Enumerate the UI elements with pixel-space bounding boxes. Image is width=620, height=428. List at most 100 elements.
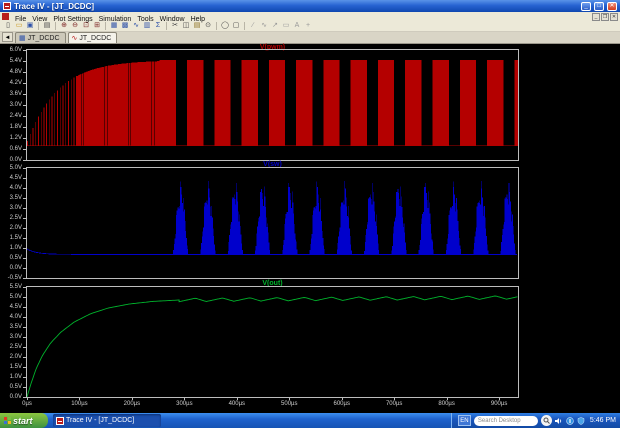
search-icon[interactable]: [540, 415, 552, 426]
y-axis-tick-label: 3.0V: [9, 102, 22, 108]
y-axis-tick-mark: [23, 347, 26, 348]
mdi-restore-button[interactable]: ❐: [601, 12, 609, 21]
cut-icon[interactable]: ✂: [170, 21, 180, 31]
y-axis-tick-mark: [23, 317, 26, 318]
cursor-toggle-icon[interactable]: +: [303, 21, 313, 31]
network-icon[interactable]: [566, 416, 574, 425]
y-axis-tick-label: 2.5V: [9, 344, 22, 350]
tab-scroll-left-button[interactable]: ◄: [2, 32, 13, 42]
y-axis-tick-mark: [23, 198, 26, 199]
find-icon[interactable]: ⊙: [203, 21, 213, 31]
y-axis-tick-label: 1.5V: [9, 235, 22, 241]
y-axis-tick-label: 3.6V: [9, 91, 22, 97]
trace-name-vsw[interactable]: V(sw): [27, 161, 518, 168]
y-axis-tick-label: 1.0V: [9, 245, 22, 251]
save-file-icon[interactable]: ▣: [25, 21, 35, 31]
x-axis-tick-mark: [236, 397, 238, 400]
draw-line-icon[interactable]: ∕: [248, 21, 258, 31]
zoom-area-icon[interactable]: ⊡: [81, 21, 91, 31]
mark-ellipse-icon[interactable]: ◯: [220, 21, 230, 31]
draw-arrow-icon[interactable]: ↗: [270, 21, 280, 31]
y-axis-tick-label: 0.0V: [9, 157, 22, 163]
y-axis-tick-mark: [23, 387, 26, 388]
fourier-icon[interactable]: ∿: [131, 21, 141, 31]
y-axis-tick-mark: [23, 367, 26, 368]
toolbar-separator: [38, 22, 39, 30]
trace-name-vout[interactable]: V(out): [27, 280, 518, 287]
schematic-icon: ▦: [19, 35, 26, 42]
y-axis-tick-mark: [23, 278, 26, 279]
close-button[interactable]: ✕: [607, 1, 617, 11]
y-axis-tick-label: 3.0V: [9, 334, 22, 340]
app-icon: [3, 2, 11, 10]
print-preview-icon[interactable]: ▢: [231, 21, 241, 31]
draw-box-icon[interactable]: ▭: [281, 21, 291, 31]
zoom-in-icon[interactable]: ⊕: [59, 21, 69, 31]
security-icon[interactable]: [577, 416, 585, 425]
copy-icon[interactable]: ◫: [181, 21, 191, 31]
add-plot-icon[interactable]: ▥: [142, 21, 152, 31]
y-axis-tick-label: 3.5V: [9, 324, 22, 330]
y-axis-tick-mark: [23, 337, 26, 338]
minimize-button[interactable]: _: [581, 1, 591, 11]
new-file-icon[interactable]: ▯: [3, 21, 13, 31]
y-axis-tick-label: 0.6V: [9, 146, 22, 152]
y-axis-tick-mark: [23, 377, 26, 378]
zoom-out-icon[interactable]: ⊖: [70, 21, 80, 31]
y-axis-tick-mark: [23, 149, 26, 150]
maximize-button[interactable]: □: [594, 1, 604, 11]
document-icon: [2, 13, 9, 20]
tab-label: JT_DCDC: [79, 34, 112, 42]
x-axis-tick-mark: [341, 397, 343, 400]
y-axis-tick-label: 0.5V: [9, 255, 22, 261]
start-button[interactable]: start: [0, 413, 48, 428]
waveform-icon: ∿: [71, 35, 78, 42]
language-indicator[interactable]: EN: [457, 415, 471, 426]
log-x-axis-icon[interactable]: ▦: [109, 21, 119, 31]
start-label: start: [13, 415, 33, 426]
plot-panel-1[interactable]: [27, 50, 518, 160]
plot-panel-2[interactable]: [26, 168, 518, 278]
volume-icon[interactable]: [554, 417, 563, 425]
y-axis-tick-label: 4.5V: [9, 175, 22, 181]
toolbar-separator: [55, 22, 56, 30]
x-axis-tick-label: 100µs: [71, 401, 88, 407]
y-axis-tick-mark: [23, 258, 26, 259]
plot-panel-3[interactable]: [26, 287, 518, 398]
y-axis-tick-mark: [23, 307, 26, 308]
mdi-minimize-button[interactable]: _: [592, 12, 600, 21]
tab-bar: ◄ ▦ JT_DCDC ∿ JT_DCDC: [0, 32, 620, 44]
y-axis-tick-mark: [23, 357, 26, 358]
x-axis-tick-mark: [394, 397, 396, 400]
log-y-axis-icon[interactable]: ▩: [120, 21, 130, 31]
y-axis-tick-label: 6.0V: [9, 47, 22, 53]
y-axis-tick-label: 0.0V: [9, 265, 22, 271]
add-trace-icon[interactable]: Σ: [153, 21, 163, 31]
mdi-close-button[interactable]: ✕: [610, 12, 618, 21]
y-axis-tick-mark: [23, 105, 26, 106]
insert-text-icon[interactable]: A: [292, 21, 302, 31]
waveform-viewer: V(pwm) 6.0V 5.4V 4.8V 4.2V 3.6V 3.0V 2.4V 1.8V 1.…: [0, 44, 620, 413]
y-axis-tick-label: 4.0V: [9, 185, 22, 191]
draw-polyline-icon[interactable]: ∿: [259, 21, 269, 31]
x-axis-tick-label: 800µs: [438, 401, 455, 407]
y-axis-tick-label: 4.2V: [9, 80, 22, 86]
taskbar-task-button[interactable]: Trace IV - [JT_DCDC]: [53, 414, 161, 427]
tab-jt_dcdc-0[interactable]: ▦ JT_DCDC: [15, 32, 66, 43]
y-axis-tick-label: 4.8V: [9, 69, 22, 75]
taskbar-clock: 5:46 PM: [589, 417, 616, 424]
x-axis-tick-label: 200µs: [123, 401, 141, 407]
x-axis-tick-mark: [79, 397, 81, 400]
open-file-icon[interactable]: ▭: [14, 21, 24, 31]
paste-icon[interactable]: ▤: [192, 21, 202, 31]
zoom-all-icon[interactable]: ⊞: [92, 21, 102, 31]
print-icon[interactable]: ▤: [42, 21, 52, 31]
y-axis-tick-mark: [23, 178, 26, 179]
x-axis-tick-label: 400µs: [228, 401, 246, 407]
y-axis-tick-label: 1.2V: [9, 135, 22, 141]
y-axis-tick-mark: [23, 50, 26, 51]
x-axis-tick-label: 600µs: [333, 401, 350, 407]
tab-jt_dcdc-1[interactable]: ∿ JT_DCDC: [67, 32, 118, 43]
x-axis-tick-mark: [289, 397, 291, 400]
search-input[interactable]: Search Desktop: [473, 415, 538, 426]
